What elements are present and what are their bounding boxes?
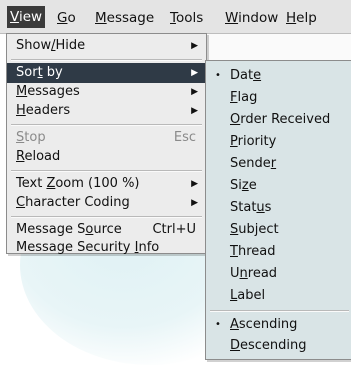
- sort-by-submenu: • Date Flag Order Received Priority Sende…: [205, 60, 351, 360]
- menu-item-message-security-info[interactable]: Message Security Info: [7, 238, 206, 258]
- radio-bullet-icon: •: [215, 70, 221, 81]
- menu-item-show-hide[interactable]: Show/Hide ▶: [7, 36, 206, 56]
- submenu-arrow-icon: ▶: [191, 179, 198, 189]
- sort-item-descending[interactable]: Descending: [206, 336, 351, 356]
- menu-item-text-zoom[interactable]: Text Zoom (100 %) ▶: [7, 174, 206, 194]
- separator: [210, 310, 349, 312]
- content-area: [205, 33, 351, 61]
- menu-help[interactable]: Help: [286, 9, 317, 27]
- separator: [11, 59, 202, 61]
- sort-item-sender[interactable]: Sender: [206, 154, 351, 174]
- submenu-arrow-icon: ▶: [191, 87, 198, 97]
- separator: [11, 170, 202, 172]
- sort-item-order-received[interactable]: Order Received: [206, 110, 351, 130]
- menu-item-reload[interactable]: Reload: [7, 147, 206, 167]
- sort-item-unread[interactable]: Unread: [206, 264, 351, 284]
- shortcut-label: Esc: [173, 130, 196, 145]
- menu-item-headers[interactable]: Headers ▶: [7, 101, 206, 121]
- menu-bar: View Go Message Tools Window Help: [0, 0, 351, 34]
- submenu-arrow-icon: ▶: [191, 68, 198, 78]
- menu-window[interactable]: Window: [225, 9, 278, 27]
- sort-item-ascending[interactable]: • Ascending: [206, 315, 351, 335]
- menu-item-messages[interactable]: Messages ▶: [7, 82, 206, 102]
- menu-view[interactable]: View: [7, 6, 46, 28]
- sort-item-priority[interactable]: Priority: [206, 132, 351, 152]
- submenu-arrow-icon: ▶: [191, 106, 198, 116]
- submenu-arrow-icon: ▶: [191, 198, 198, 208]
- sort-item-status[interactable]: Status: [206, 198, 351, 218]
- sort-item-subject[interactable]: Subject: [206, 220, 351, 240]
- radio-bullet-icon: •: [215, 319, 221, 330]
- sort-item-thread[interactable]: Thread: [206, 242, 351, 262]
- sort-item-label[interactable]: Label: [206, 286, 351, 306]
- sort-item-flag[interactable]: Flag: [206, 88, 351, 108]
- menu-item-character-coding[interactable]: Character Coding ▶: [7, 193, 206, 213]
- shortcut-label: Ctrl+U: [152, 222, 196, 237]
- menu-item-sort-by[interactable]: Sort by ▶: [7, 63, 206, 83]
- submenu-arrow-icon: ▶: [191, 41, 198, 51]
- menu-item-message-source[interactable]: Message Source Ctrl+U: [7, 220, 206, 240]
- view-menu: Show/Hide ▶ Sort by ▶ Messages ▶ Headers ▶ S…: [6, 33, 207, 255]
- sort-item-date[interactable]: • Date: [206, 66, 351, 86]
- menu-go[interactable]: Go: [57, 9, 76, 27]
- menu-item-stop[interactable]: Stop Esc: [7, 128, 206, 148]
- sort-item-size[interactable]: Size: [206, 176, 351, 196]
- separator: [11, 216, 202, 218]
- menu-message[interactable]: Message: [95, 9, 154, 27]
- menu-tools[interactable]: Tools: [170, 9, 203, 27]
- separator: [11, 124, 202, 126]
